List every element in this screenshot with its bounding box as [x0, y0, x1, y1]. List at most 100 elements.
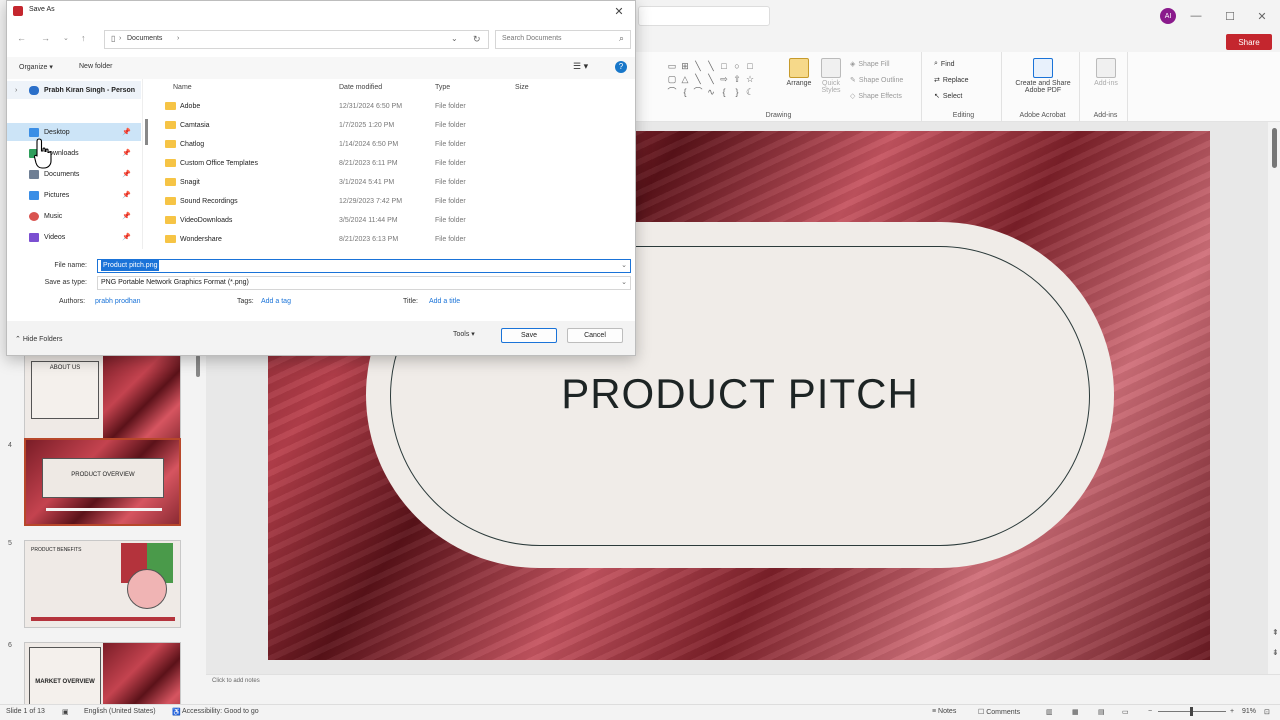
minimize-button[interactable]: — — [1186, 6, 1206, 26]
find-button[interactable]: ⌕ Find — [934, 60, 955, 68]
shape-arrow-icon[interactable]: ⇨ — [718, 73, 730, 85]
shape-arrow-icon[interactable]: ⇧ — [731, 73, 743, 85]
new-folder-button[interactable]: New folder — [79, 63, 112, 70]
breadcrumb-chevron-icon[interactable]: › — [177, 35, 179, 42]
list-item[interactable]: Custom Office Templates 8/21/2023 6:11 PM… — [153, 155, 623, 173]
shape-effects-button[interactable]: ◇ Shape Effects — [850, 92, 902, 101]
shape-line-icon[interactable]: ╲ — [705, 73, 717, 85]
list-item[interactable]: Sound Recordings 12/29/2023 7:42 PM File f… — [153, 193, 623, 211]
slide-sorter-icon[interactable]: ▦ — [1072, 708, 1079, 716]
recent-locations-chevron-icon[interactable]: ⌄ — [63, 34, 69, 42]
accessibility-icon[interactable]: ♿ — [172, 708, 181, 716]
pin-icon[interactable]: 📌 — [122, 191, 131, 199]
nav-item-downloads[interactable]: Downloads 📌 — [7, 144, 141, 162]
slide-thumbnail-5[interactable]: PRODUCT BENEFITS — [24, 540, 181, 628]
fit-slide-icon[interactable]: ⊡ — [1264, 708, 1270, 716]
thumbnail-scrollbar[interactable] — [196, 355, 200, 377]
shape-outline-button[interactable]: ✎ Shape Outline — [850, 76, 903, 85]
shape-curve-icon[interactable]: ⌒ — [666, 86, 678, 98]
nav-item-documents[interactable]: Documents 📌 — [7, 165, 141, 183]
list-item[interactable]: Wondershare 8/21/2023 6:13 PM File folder — [153, 231, 623, 249]
shapes-gallery[interactable]: ▭ ⊞ ╲ ╲ □ ○ □ ▢ △ ╲ ╲ ⇨ ⇧ ☆ ⌒{⌒ ∿{} ☾ — [666, 60, 756, 98]
navigation-pane-scrollbar[interactable] — [145, 119, 148, 145]
maximize-button[interactable]: ☐ — [1220, 6, 1240, 26]
column-header-name[interactable]: Name — [173, 84, 192, 91]
expand-chevron-icon[interactable]: › — [15, 87, 17, 94]
shape-line-icon[interactable]: ╲ — [692, 60, 704, 72]
slide-title[interactable]: PRODUCT PITCH — [390, 366, 1090, 422]
pin-icon[interactable]: 📌 — [122, 233, 131, 241]
normal-view-icon[interactable]: ▥ — [1046, 708, 1053, 716]
arrange-button[interactable]: Arrange — [784, 58, 814, 87]
shape-oval-icon[interactable]: ○ — [731, 60, 743, 72]
powerpoint-search-box[interactable] — [638, 6, 770, 26]
dialog-close-button[interactable]: ✕ — [603, 1, 635, 21]
nav-item-music[interactable]: Music 📌 — [7, 207, 141, 225]
tools-button[interactable]: Tools ▾ — [453, 330, 475, 338]
shape-curve-icon[interactable]: ⌒ — [692, 86, 704, 98]
user-avatar[interactable]: AI — [1160, 8, 1176, 24]
address-location[interactable]: Documents — [127, 35, 162, 42]
pin-icon[interactable]: 📌 — [122, 170, 131, 178]
savetype-dropdown-chevron-icon[interactable]: ⌄ — [621, 277, 627, 289]
title-value[interactable]: Add a title — [429, 298, 460, 305]
notes-pane[interactable] — [206, 674, 1280, 704]
zoom-level[interactable]: 91% — [1242, 708, 1256, 715]
quick-styles-button[interactable]: Quick Styles — [816, 58, 846, 94]
save-as-type-select[interactable]: PNG Portable Network Graphics Format (*.… — [97, 276, 631, 290]
select-button[interactable]: ↖ Select — [934, 92, 962, 101]
pin-icon[interactable]: 📌 — [122, 212, 131, 220]
list-item[interactable]: Chatlog 1/14/2024 6:50 PM File folder — [153, 136, 623, 154]
list-item[interactable]: Snagit 3/1/2024 5:41 PM File folder — [153, 174, 623, 192]
addins-button[interactable]: Add-ins — [1088, 58, 1124, 87]
shape-brace-icon[interactable]: { — [718, 86, 730, 98]
nav-item-videos[interactable]: Videos 📌 — [7, 228, 141, 246]
shape-rect-icon[interactable]: ▢ — [666, 73, 678, 85]
replace-button[interactable]: ⇄ Replace — [934, 76, 969, 85]
column-header-type[interactable]: Type — [435, 84, 450, 91]
pin-icon[interactable]: 📌 — [122, 128, 131, 136]
tags-value[interactable]: Add a tag — [261, 298, 291, 305]
language-indicator[interactable]: English (United States) — [84, 708, 156, 715]
list-item[interactable]: Adobe 12/31/2024 6:50 PM File folder — [153, 98, 623, 116]
shape-icon[interactable]: ⊞ — [679, 60, 691, 72]
share-button[interactable]: Share — [1226, 34, 1272, 50]
list-item[interactable]: Camtasia 1/7/2025 1:20 PM File folder — [153, 117, 623, 135]
previous-slide-icon[interactable]: ⇞ — [1272, 628, 1279, 637]
filename-dropdown-chevron-icon[interactable]: ⌄ — [621, 260, 627, 272]
spellcheck-icon[interactable]: ▣ — [62, 708, 69, 716]
view-options-icon[interactable]: ☰ ▾ — [573, 61, 588, 72]
slide-thumbnail-4[interactable]: PRODUCT OVERVIEW — [24, 438, 181, 526]
column-header-date-modified[interactable]: Date modified — [339, 84, 382, 91]
cancel-button[interactable]: Cancel — [567, 328, 623, 343]
nav-item-pictures[interactable]: Pictures 📌 — [7, 186, 141, 204]
save-button[interactable]: Save — [501, 328, 557, 343]
help-icon[interactable]: ? — [615, 61, 627, 73]
shape-curve-icon[interactable]: ∿ — [705, 86, 717, 98]
nav-item-desktop[interactable]: Desktop 📌 — [7, 123, 141, 141]
close-window-button[interactable]: ✕ — [1252, 6, 1272, 26]
pin-icon[interactable]: 📌 — [122, 149, 131, 157]
hide-folders-toggle[interactable]: ⌃ Hide Folders — [15, 335, 63, 343]
search-documents-input[interactable]: Search Documents ⌕ — [495, 30, 631, 49]
zoom-in-icon[interactable]: + — [1230, 708, 1234, 715]
comments-toggle[interactable]: ☐ Comments — [978, 708, 1020, 716]
address-dropdown-chevron-icon[interactable]: ⌄ — [451, 34, 458, 43]
filename-value[interactable]: Product pitch.png — [101, 260, 160, 271]
accessibility-status[interactable]: Accessibility: Good to go — [182, 708, 259, 715]
filename-input[interactable]: Product pitch.png ⌄ — [97, 259, 631, 273]
shape-line-icon[interactable]: ╲ — [692, 73, 704, 85]
column-header-size[interactable]: Size — [515, 84, 529, 91]
onedrive-account-item[interactable]: › Prabh Kiran Singh - Person — [7, 81, 141, 99]
address-bar[interactable]: ▯ › Documents › ⌄ ↻ — [104, 30, 489, 49]
slide-scrollbar[interactable] — [1272, 128, 1277, 168]
create-pdf-button[interactable]: Create and Share Adobe PDF — [1010, 58, 1076, 94]
reading-view-icon[interactable]: ▤ — [1098, 708, 1105, 716]
shape-textbox-icon[interactable]: ▭ — [666, 60, 678, 72]
back-arrow-icon[interactable]: ← — [17, 33, 26, 43]
shape-triangle-icon[interactable]: △ — [679, 73, 691, 85]
shape-star-icon[interactable]: ☆ — [744, 73, 756, 85]
shape-line-icon[interactable]: ╲ — [705, 60, 717, 72]
up-folder-arrow-icon[interactable]: ↑ — [81, 33, 86, 43]
refresh-icon[interactable]: ↻ — [473, 34, 481, 45]
